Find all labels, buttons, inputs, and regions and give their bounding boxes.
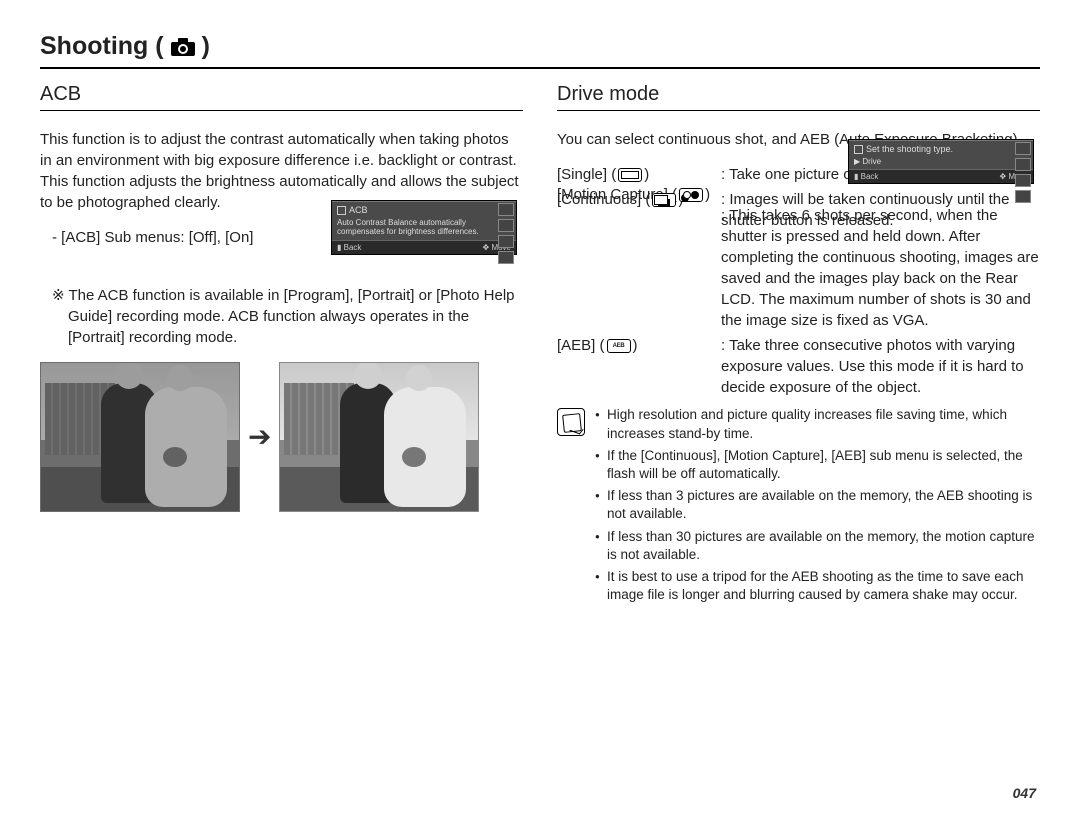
- lcd-side-icon: [498, 235, 514, 248]
- page-title-text: Shooting (: [40, 32, 164, 61]
- lcd-help-title: Set the shooting type.: [854, 144, 1028, 155]
- note-icon: [557, 408, 585, 436]
- manual-page: Shooting ( ) ACB This function is to adj…: [0, 0, 1080, 815]
- lcd-drive-sub-text: Drive: [862, 157, 881, 166]
- note-item: It is best to use a tripod for the AEB s…: [595, 568, 1040, 604]
- aeb-name-text: [AEB]: [557, 337, 595, 354]
- acb-heading: ACB: [40, 83, 523, 111]
- lcd-bottom-bar: ▮ Back ✥ Move: [332, 240, 516, 254]
- lcd-side-icon: [498, 219, 514, 232]
- lcd-bottom-bar: ▮ Back ✥ Move: [849, 169, 1033, 183]
- single-name-text: [Single]: [557, 166, 607, 183]
- lcd-help-strip: ACB Auto Contrast Balance automatically …: [332, 201, 516, 240]
- drive-heading: Drive mode: [557, 83, 1040, 111]
- lcd-side-icon: [1015, 158, 1031, 171]
- drive-square-icon: [854, 145, 863, 154]
- page-title-close: ): [202, 32, 210, 61]
- drive-column: Drive mode You can select continuous sho…: [557, 83, 1040, 609]
- drive-continuous-desc: : Images will be taken continuously unti…: [721, 189, 1040, 231]
- drive-aeb-name: [AEB] (AEB): [557, 335, 721, 398]
- camera-icon: [170, 37, 196, 57]
- acb-note: ※ The ACB function is available in [Prog…: [40, 285, 523, 348]
- note-item: High resolution and picture quality incr…: [595, 406, 1040, 442]
- lcd-icon-column: [498, 203, 514, 264]
- continuous-chip-icon: [652, 193, 676, 207]
- acb-lcd-screenshot: ACB Auto Contrast Balance automatically …: [331, 200, 517, 255]
- lcd-icon-column: [1015, 142, 1031, 203]
- aeb-chip-icon: AEB: [607, 339, 631, 353]
- lcd-side-icon: [498, 251, 514, 264]
- note-item: If less than 3 pictures are available on…: [595, 487, 1040, 523]
- note-item: If the [Continuous], [Motion Capture], […: [595, 447, 1040, 483]
- single-chip-icon: [618, 168, 642, 182]
- note-box: High resolution and picture quality incr…: [557, 406, 1040, 608]
- drive-mode-continuous: [Continuous] () : Images will be taken c…: [557, 189, 1040, 231]
- lcd-side-icon: [1015, 142, 1031, 155]
- lcd-help-strip: Set the shooting type. ▶ Drive: [849, 140, 1033, 169]
- lcd-drive-sub: ▶ Drive: [854, 157, 1028, 167]
- note-list: High resolution and picture quality incr…: [595, 406, 1040, 608]
- lcd-back-label: ▮ Back: [337, 243, 361, 252]
- sample-photo-after: [279, 362, 479, 512]
- page-title: Shooting ( ): [40, 32, 1040, 69]
- lcd-side-icon: [498, 203, 514, 216]
- motion-chip-icon: [679, 188, 703, 202]
- page-number: 047: [1013, 785, 1036, 801]
- two-column-layout: ACB This function is to adjust the contr…: [40, 83, 1040, 609]
- drive-single-name: [Single] (): [557, 164, 721, 185]
- acb-compare-row: ➔: [40, 362, 523, 512]
- acb-column: ACB This function is to adjust the contr…: [40, 83, 523, 609]
- lcd-help-desc: Auto Contrast Balance automatically comp…: [337, 218, 511, 237]
- sample-photo-before: [40, 362, 240, 512]
- drive-aeb-desc: : Take three consecutive photos with var…: [721, 335, 1040, 398]
- lcd-side-icon: [1015, 190, 1031, 203]
- acb-square-icon: [337, 206, 346, 215]
- drive-lcd-screenshot: Set the shooting type. ▶ Drive ▮ Back ✥ …: [848, 139, 1034, 184]
- lcd-back-text: Back: [861, 172, 879, 181]
- lcd-drive-title: Set the shooting type.: [866, 144, 953, 155]
- lcd-back-label: ▮ Back: [854, 172, 878, 181]
- drive-mode-aeb: [AEB] (AEB) : Take three consecutive pho…: [557, 335, 1040, 398]
- continuous-name-text: [Continuous]: [557, 191, 641, 208]
- arrow-right-icon: ➔: [248, 420, 271, 453]
- lcd-back-text: Back: [344, 243, 362, 252]
- lcd-acb-label: ACB: [349, 205, 368, 216]
- lcd-side-icon: [1015, 174, 1031, 187]
- note-item: If less than 30 pictures are available o…: [595, 528, 1040, 564]
- lcd-help-title: ACB: [337, 205, 511, 216]
